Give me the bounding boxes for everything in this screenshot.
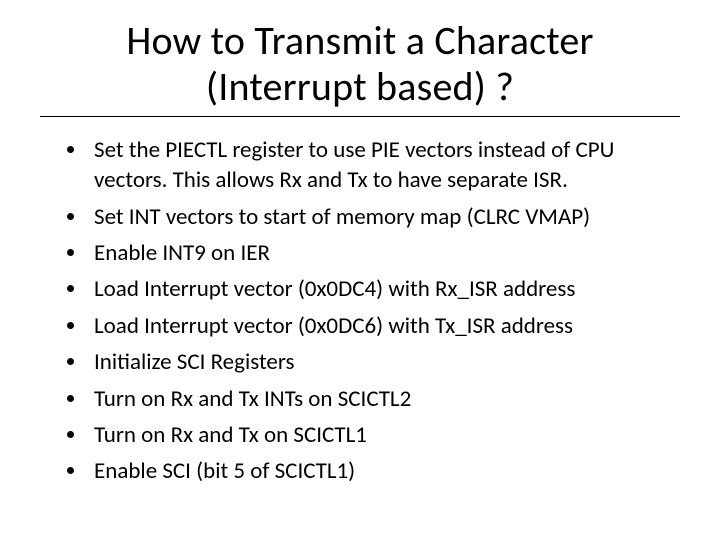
list-item: Turn on Rx and Tx on SCICTL1 <box>88 420 680 450</box>
list-item: Load Interrupt vector (0x0DC4) with Rx_I… <box>88 274 680 304</box>
title-line-2: (Interrupt based) ? <box>206 62 514 111</box>
slide: How to Transmit a Character (Interrupt b… <box>0 0 720 540</box>
list-item: Turn on Rx and Tx INTs on SCICTL2 <box>88 384 680 414</box>
list-item: Load Interrupt vector (0x0DC6) with Tx_I… <box>88 311 680 341</box>
list-item: Set the PIECTL register to use PIE vecto… <box>88 135 680 196</box>
list-item: Initialize SCI Registers <box>88 347 680 377</box>
title-line-1: How to Transmit a Character <box>126 16 593 65</box>
bullet-list: Set the PIECTL register to use PIE vecto… <box>40 135 680 487</box>
list-item: Set INT vectors to start of memory map (… <box>88 202 680 232</box>
list-item: Enable SCI (bit 5 of SCICTL1) <box>88 456 680 486</box>
list-item: Enable INT9 on IER <box>88 238 680 268</box>
title-underline <box>40 116 680 117</box>
slide-title: How to Transmit a Character (Interrupt b… <box>40 18 680 110</box>
